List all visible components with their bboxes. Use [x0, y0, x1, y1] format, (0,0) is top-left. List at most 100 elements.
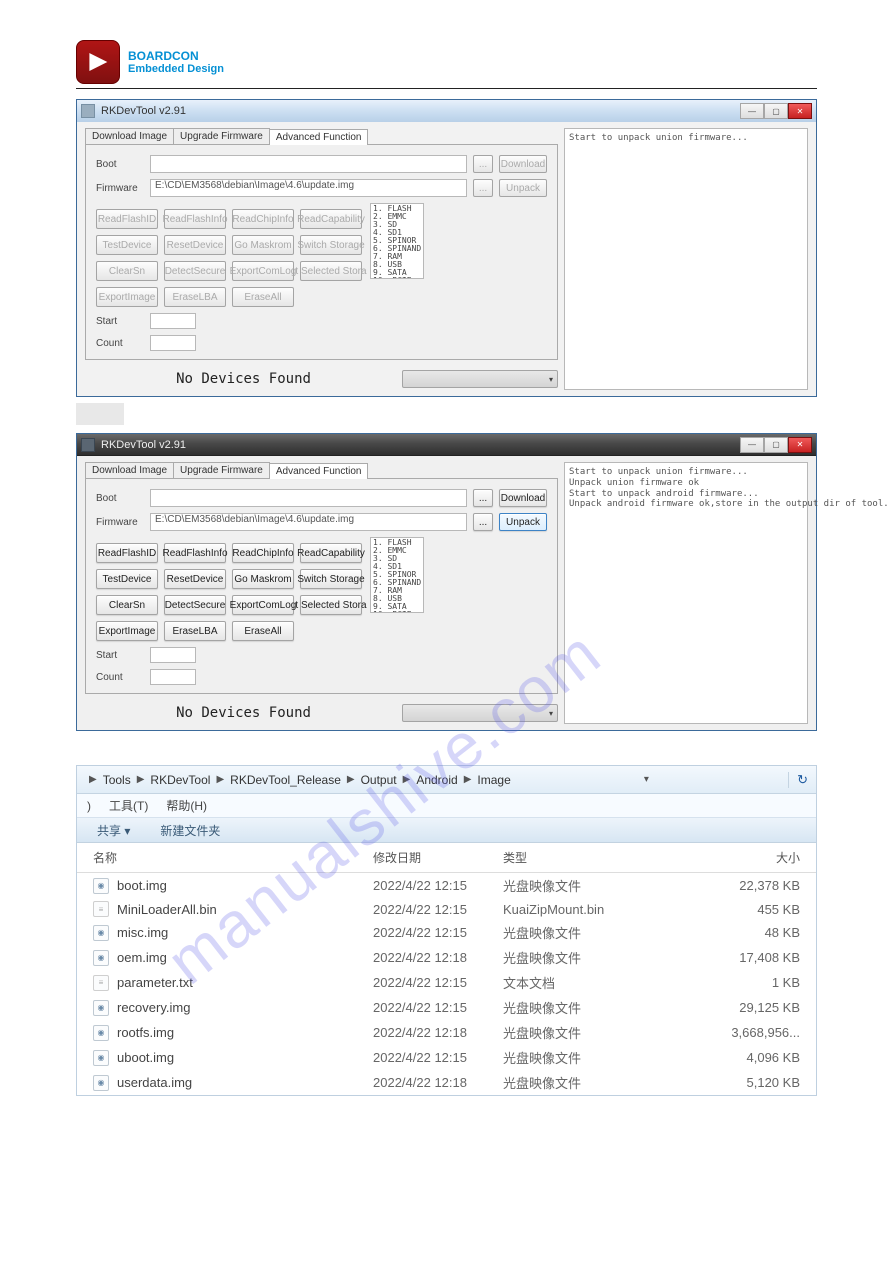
- file-type: 光盘映像文件: [503, 923, 633, 942]
- file-row[interactable]: ◉oem.img2022/4/22 12:18光盘映像文件17,408 KB: [77, 945, 816, 970]
- breadcrumb-seg[interactable]: RKDevTool: [150, 773, 210, 787]
- detectsecure-button[interactable]: DetectSecure: [164, 595, 226, 615]
- firmware-input[interactable]: E:\CD\EM3568\debian\Image\4.6\update.img: [150, 513, 467, 531]
- firmware-input[interactable]: E:\CD\EM3568\debian\Image\4.6\update.img: [150, 179, 467, 197]
- tab-download[interactable]: Download Image: [85, 128, 174, 144]
- minimize-button[interactable]: —: [740, 437, 764, 453]
- download-button[interactable]: Download: [499, 489, 547, 507]
- refresh-icon[interactable]: ↻: [788, 772, 810, 788]
- clearsn-button[interactable]: ClearSn: [96, 595, 158, 615]
- tselectedstorage-button[interactable]: t Selected Stora: [300, 261, 362, 281]
- tab-upgrade[interactable]: Upgrade Firmware: [173, 462, 270, 478]
- testdevice-button[interactable]: TestDevice: [96, 235, 158, 255]
- file-name: MiniLoaderAll.bin: [117, 902, 217, 917]
- gomaskrom-button[interactable]: Go Maskrom: [232, 235, 294, 255]
- readcapability-button[interactable]: ReadCapability: [300, 543, 362, 563]
- firmware-browse-button[interactable]: ...: [473, 513, 493, 531]
- exportimage-button[interactable]: ExportImage: [96, 287, 158, 307]
- exportcomlog-button[interactable]: ExportComLog: [232, 261, 294, 281]
- tab-download[interactable]: Download Image: [85, 462, 174, 478]
- storage-list[interactable]: 1. FLASH 2. EMMC 3. SD 4. SD1 5. SPINOR …: [370, 537, 424, 613]
- status-dropdown[interactable]: ▾: [402, 704, 558, 722]
- boot-browse-button[interactable]: ...: [473, 155, 493, 173]
- file-row[interactable]: ≡parameter.txt2022/4/22 12:15文本文档1 KB: [77, 970, 816, 995]
- disc-image-icon: ◉: [93, 950, 109, 966]
- switchstorage-button[interactable]: Switch Storage: [300, 569, 362, 589]
- file-row[interactable]: ◉userdata.img2022/4/22 12:18光盘映像文件5,120 …: [77, 1070, 816, 1095]
- file-row[interactable]: ◉rootfs.img2022/4/22 12:18光盘映像文件3,668,95…: [77, 1020, 816, 1045]
- file-type: 文本文档: [503, 973, 633, 992]
- eraseall-button[interactable]: EraseAll: [232, 621, 294, 641]
- exportimage-button[interactable]: ExportImage: [96, 621, 158, 641]
- tselectedstorage-button[interactable]: t Selected Stora: [300, 595, 362, 615]
- disc-image-icon: ◉: [93, 1000, 109, 1016]
- start-input[interactable]: [150, 313, 196, 329]
- switchstorage-button[interactable]: Switch Storage: [300, 235, 362, 255]
- maximize-button[interactable]: ▢: [764, 437, 788, 453]
- firmware-browse-button[interactable]: ...: [473, 179, 493, 197]
- status-dropdown[interactable]: ▾: [402, 370, 558, 388]
- clearsn-button[interactable]: ClearSn: [96, 261, 158, 281]
- breadcrumb-seg[interactable]: Tools: [103, 773, 131, 787]
- col-name[interactable]: 名称: [93, 849, 373, 866]
- dropdown-icon[interactable]: ▾: [644, 774, 649, 785]
- boot-input[interactable]: [150, 155, 467, 173]
- menu-tools[interactable]: 工具(T): [109, 797, 148, 814]
- file-row[interactable]: ◉boot.img2022/4/22 12:15光盘映像文件22,378 KB: [77, 873, 816, 898]
- maximize-button[interactable]: ▢: [764, 103, 788, 119]
- boot-browse-button[interactable]: ...: [473, 489, 493, 507]
- resetdevice-button[interactable]: ResetDevice: [164, 235, 226, 255]
- readflashid-button[interactable]: ReadFlashID: [96, 543, 158, 563]
- readflashinfo-button[interactable]: ReadFlashInfo: [164, 209, 226, 229]
- exportcomlog-button[interactable]: ExportComLog: [232, 595, 294, 615]
- menu-help[interactable]: 帮助(H): [166, 797, 207, 814]
- testdevice-button[interactable]: TestDevice: [96, 569, 158, 589]
- share-button[interactable]: 共享 ▾: [97, 822, 130, 839]
- readchipinfo-button[interactable]: ReadChipInfo: [232, 543, 294, 563]
- app-icon: [81, 438, 95, 452]
- unpack-button[interactable]: Unpack: [499, 179, 547, 197]
- col-type[interactable]: 类型: [503, 849, 633, 866]
- readflashinfo-button[interactable]: ReadFlashInfo: [164, 543, 226, 563]
- file-row[interactable]: ◉uboot.img2022/4/22 12:15光盘映像文件4,096 KB: [77, 1045, 816, 1070]
- eraseall-button[interactable]: EraseAll: [232, 287, 294, 307]
- col-date[interactable]: 修改日期: [373, 849, 503, 866]
- file-row[interactable]: ◉misc.img2022/4/22 12:15光盘映像文件48 KB: [77, 920, 816, 945]
- breadcrumb-seg[interactable]: RKDevTool_Release: [230, 773, 341, 787]
- tab-upgrade[interactable]: Upgrade Firmware: [173, 128, 270, 144]
- file-size: 48 KB: [633, 925, 800, 940]
- close-button[interactable]: ✕: [788, 103, 812, 119]
- file-row[interactable]: ◉recovery.img2022/4/22 12:15光盘映像文件29,125…: [77, 995, 816, 1020]
- file-row[interactable]: ≡MiniLoaderAll.bin2022/4/22 12:15KuaiZip…: [77, 898, 816, 920]
- readcapability-button[interactable]: ReadCapability: [300, 209, 362, 229]
- readchipinfo-button[interactable]: ReadChipInfo: [232, 209, 294, 229]
- eraselba-button[interactable]: EraseLBA: [164, 287, 226, 307]
- tab-advanced[interactable]: Advanced Function: [269, 129, 369, 145]
- count-input[interactable]: [150, 669, 196, 685]
- newfolder-button[interactable]: 新建文件夹: [160, 822, 220, 839]
- readflashid-button[interactable]: ReadFlashID: [96, 209, 158, 229]
- detectsecure-button[interactable]: DetectSecure: [164, 261, 226, 281]
- count-input[interactable]: [150, 335, 196, 351]
- file-type: KuaiZipMount.bin: [503, 902, 633, 917]
- storage-list[interactable]: 1. FLASH 2. EMMC 3. SD 4. SD1 5. SPINOR …: [370, 203, 424, 279]
- file-date: 2022/4/22 12:18: [373, 1075, 503, 1090]
- file-type: 光盘映像文件: [503, 1073, 633, 1092]
- close-button[interactable]: ✕: [788, 437, 812, 453]
- minimize-button[interactable]: —: [740, 103, 764, 119]
- breadcrumb-seg[interactable]: Android: [416, 773, 457, 787]
- file-size: 17,408 KB: [633, 950, 800, 965]
- download-button[interactable]: Download: [499, 155, 547, 173]
- resetdevice-button[interactable]: ResetDevice: [164, 569, 226, 589]
- breadcrumb-seg[interactable]: Output: [361, 773, 397, 787]
- col-size[interactable]: 大小: [633, 849, 800, 866]
- boot-label: Boot: [96, 493, 144, 504]
- address-bar[interactable]: ▶ Tools ▶ RKDevTool ▶ RKDevTool_Release …: [77, 766, 816, 794]
- breadcrumb-seg[interactable]: Image: [477, 773, 510, 787]
- gomaskrom-button[interactable]: Go Maskrom: [232, 569, 294, 589]
- unpack-button[interactable]: Unpack: [499, 513, 547, 531]
- tab-advanced[interactable]: Advanced Function: [269, 463, 369, 479]
- boot-input[interactable]: [150, 489, 467, 507]
- start-input[interactable]: [150, 647, 196, 663]
- eraselba-button[interactable]: EraseLBA: [164, 621, 226, 641]
